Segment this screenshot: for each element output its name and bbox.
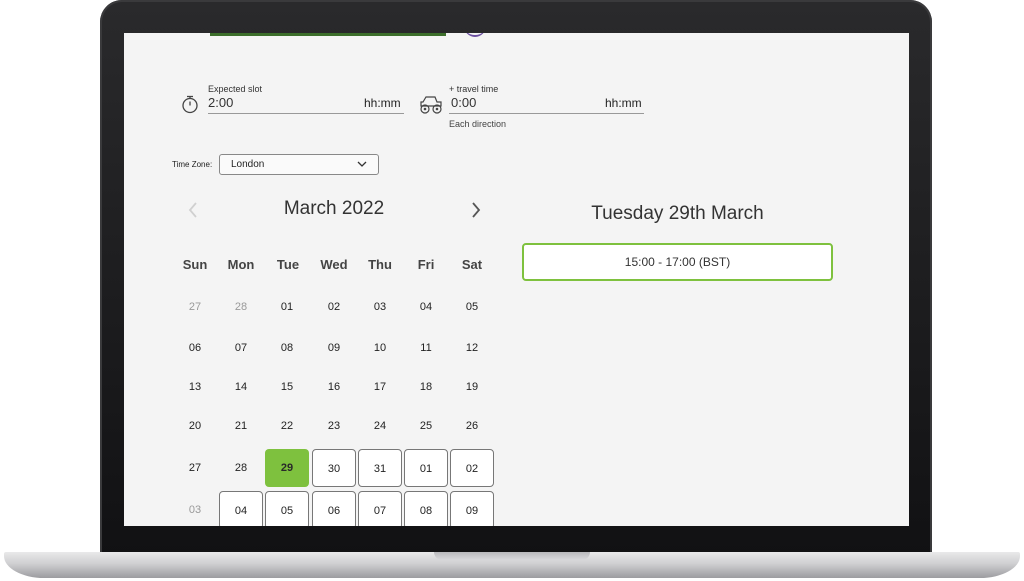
calendar-day: 19 (465, 381, 479, 393)
calendar-day: 03 (188, 504, 202, 516)
laptop-notch (434, 552, 590, 560)
travel-time-unit: hh:mm (605, 96, 642, 110)
calendar-day: 22 (280, 420, 294, 432)
calendar-day: 18 (419, 381, 433, 393)
calendar-day: 20 (188, 420, 202, 432)
calendar-day-available[interactable]: 01 (404, 449, 448, 487)
travel-time-note: Each direction (449, 119, 507, 129)
weekday-sat: Sat (461, 257, 483, 272)
weekday-fri: Fri (417, 257, 435, 272)
calendar-day: 12 (465, 342, 479, 354)
calendar-day: 24 (373, 420, 387, 432)
calendar-day-available[interactable]: 09 (450, 491, 494, 526)
calendar-month-title: March 2022 (283, 198, 385, 219)
top-divider (210, 33, 446, 36)
time-slot-button[interactable]: 15:00 - 17:00 (BST) (522, 243, 833, 281)
calendar-day: 15 (280, 381, 294, 393)
weekday-sun: Sun (182, 257, 208, 272)
calendar-day: 28 (234, 462, 248, 474)
travel-time-label: + travel time (449, 84, 499, 94)
stopwatch-icon (182, 95, 198, 114)
travel-time-underline (449, 113, 644, 114)
calendar-day-available[interactable]: 07 (358, 491, 402, 526)
calendar-day: 21 (234, 420, 248, 432)
calendar-day: 27 (188, 462, 202, 474)
selected-date-heading: Tuesday 29th March (591, 203, 764, 224)
laptop-base (4, 552, 1020, 578)
expected-slot-unit: hh:mm (364, 96, 401, 110)
calendar-day-available[interactable]: 04 (219, 491, 263, 526)
calendar-day: 09 (327, 342, 341, 354)
chevron-down-icon (357, 161, 367, 167)
top-decoration (464, 33, 486, 37)
timezone-label: Time Zone: (172, 160, 213, 169)
calendar-day: 17 (373, 381, 387, 393)
timezone-select[interactable]: London (219, 154, 379, 175)
calendar-day: 11 (420, 342, 432, 354)
weekday-mon: Mon (227, 257, 255, 272)
monster-truck-icon (420, 96, 442, 114)
calendar-day: 03 (373, 301, 387, 313)
expected-slot-field[interactable]: Expected slot 2:00 hh:mm (180, 81, 405, 121)
expected-slot-label: Expected slot (208, 84, 263, 94)
calendar-day-available[interactable]: 06 (312, 491, 356, 526)
calendar-day: 10 (373, 342, 387, 354)
screen: Expected slot 2:00 hh:mm + travel time 0… (124, 33, 909, 526)
expected-slot-underline (208, 113, 404, 114)
calendar-day-available[interactable]: 02 (450, 449, 494, 487)
calendar-day: 23 (327, 420, 341, 432)
calendar-day: 06 (188, 342, 202, 354)
calendar-day: 27 (188, 301, 202, 313)
calendar-day: 28 (234, 301, 248, 313)
calendar-day-available[interactable]: 31 (358, 449, 402, 487)
calendar-day: 13 (188, 381, 202, 393)
calendar-day: 08 (280, 342, 294, 354)
calendar-day-available[interactable]: 05 (265, 491, 309, 526)
calendar-day: 07 (234, 342, 248, 354)
calendar-day-available[interactable]: 30 (312, 449, 356, 487)
travel-time-value[interactable]: 0:00 (451, 95, 476, 110)
calendar-day: 05 (465, 301, 479, 313)
chevron-right-icon[interactable] (469, 200, 483, 220)
calendar-day: 25 (419, 420, 433, 432)
weekday-tue: Tue (276, 257, 300, 272)
calendar-day-available[interactable]: 08 (404, 491, 448, 526)
chevron-left-icon[interactable] (186, 200, 200, 220)
calendar-day: 14 (234, 381, 248, 393)
calendar-day: 02 (327, 301, 341, 313)
calendar-day: 01 (280, 301, 294, 313)
expected-slot-value[interactable]: 2:00 (208, 95, 233, 110)
calendar-day-selected[interactable]: 29 (265, 449, 309, 487)
travel-time-field[interactable]: + travel time 0:00 hh:mm Each direction (418, 81, 648, 133)
weekday-thu: Thu (368, 257, 392, 272)
weekday-wed: Wed (320, 257, 348, 272)
calendar-day: 16 (327, 381, 341, 393)
calendar-day: 26 (465, 420, 479, 432)
calendar-day: 04 (419, 301, 433, 313)
timezone-selected: London (231, 159, 265, 170)
